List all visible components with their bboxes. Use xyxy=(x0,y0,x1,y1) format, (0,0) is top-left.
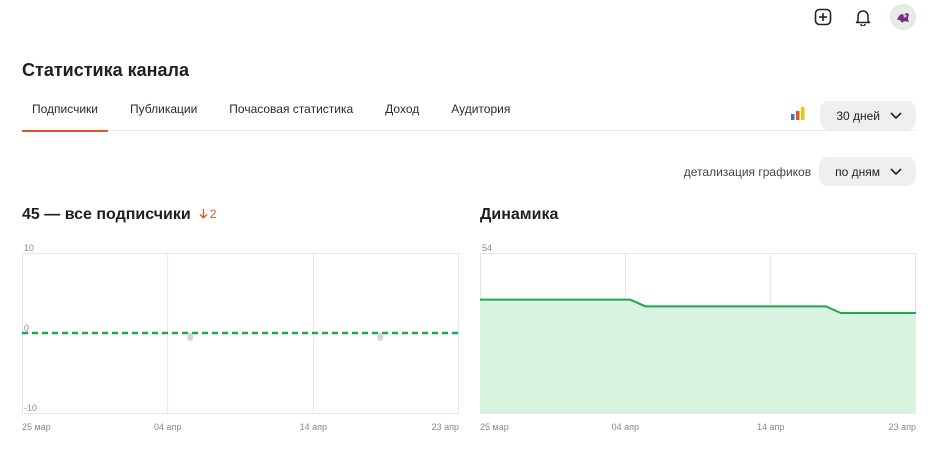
avatar[interactable] xyxy=(890,4,916,30)
subscribers-delta: 2 xyxy=(199,206,217,221)
dynamics-chart-header: Динамика xyxy=(480,206,558,224)
y-tick-label: 0 xyxy=(24,323,29,333)
y-tick-label: -10 xyxy=(24,403,37,413)
detail-select-value: по дням xyxy=(835,164,880,179)
y-tick-label: 54 xyxy=(482,243,492,253)
y-tick-label: 10 xyxy=(24,243,34,253)
dynamics-chart[interactable]: 54423025 мар04 апр14 апр23 апр xyxy=(480,240,920,435)
subscribers-chart-header: 45 — все подписчики 2 xyxy=(22,206,216,224)
x-tick-label: 25 мар xyxy=(22,422,51,432)
add-square-icon[interactable] xyxy=(810,4,836,30)
tab-publications[interactable]: Публикации xyxy=(120,100,207,131)
detail-label: детализация графиков xyxy=(683,164,812,179)
arrow-down-icon xyxy=(199,209,208,219)
x-tick-label: 14 апр xyxy=(757,422,784,432)
detail-row: детализация графиков по дням xyxy=(684,157,916,186)
x-tick-label: 25 мар xyxy=(480,422,509,432)
detail-select[interactable]: по дням xyxy=(819,157,916,186)
data-marker xyxy=(377,333,384,341)
x-tick-label: 14 апр xyxy=(300,422,327,432)
period-select-value: 30 дней xyxy=(836,108,880,123)
period-controls: 30 дней xyxy=(790,101,916,130)
subscribers-chart[interactable]: 10 0 -10 25 мар 04 апр 14 апр 23 апр xyxy=(22,240,462,435)
x-tick-label: 23 апр xyxy=(432,422,459,432)
period-select[interactable]: 30 дней xyxy=(820,101,916,130)
tab-subscribers[interactable]: Подписчики xyxy=(22,100,109,132)
bell-icon[interactable] xyxy=(850,4,876,30)
series-area xyxy=(480,299,916,413)
bar-chart-icon[interactable] xyxy=(790,106,806,125)
x-tick-label: 04 апр xyxy=(612,422,639,432)
chevron-down-icon xyxy=(890,167,902,175)
x-tick-label: 23 апр xyxy=(889,422,916,432)
chevron-down-icon xyxy=(890,111,902,119)
tab-income[interactable]: Доход xyxy=(375,100,429,131)
tab-hourly-stats[interactable]: Почасовая статистика xyxy=(219,100,363,131)
data-marker xyxy=(187,333,194,341)
page-title: Статистика канала xyxy=(22,60,189,80)
dynamics-chart-title: Динамика xyxy=(480,206,559,223)
subscribers-delta-value: 2 xyxy=(209,206,217,221)
header-actions xyxy=(810,4,916,30)
tab-bar: Подписчики Публикации Почасовая статисти… xyxy=(22,100,916,132)
subscribers-chart-title: 45 — все подписчики xyxy=(22,206,191,223)
tab-audience[interactable]: Аудитория xyxy=(441,100,520,131)
x-tick-label: 04 апр xyxy=(154,422,181,432)
